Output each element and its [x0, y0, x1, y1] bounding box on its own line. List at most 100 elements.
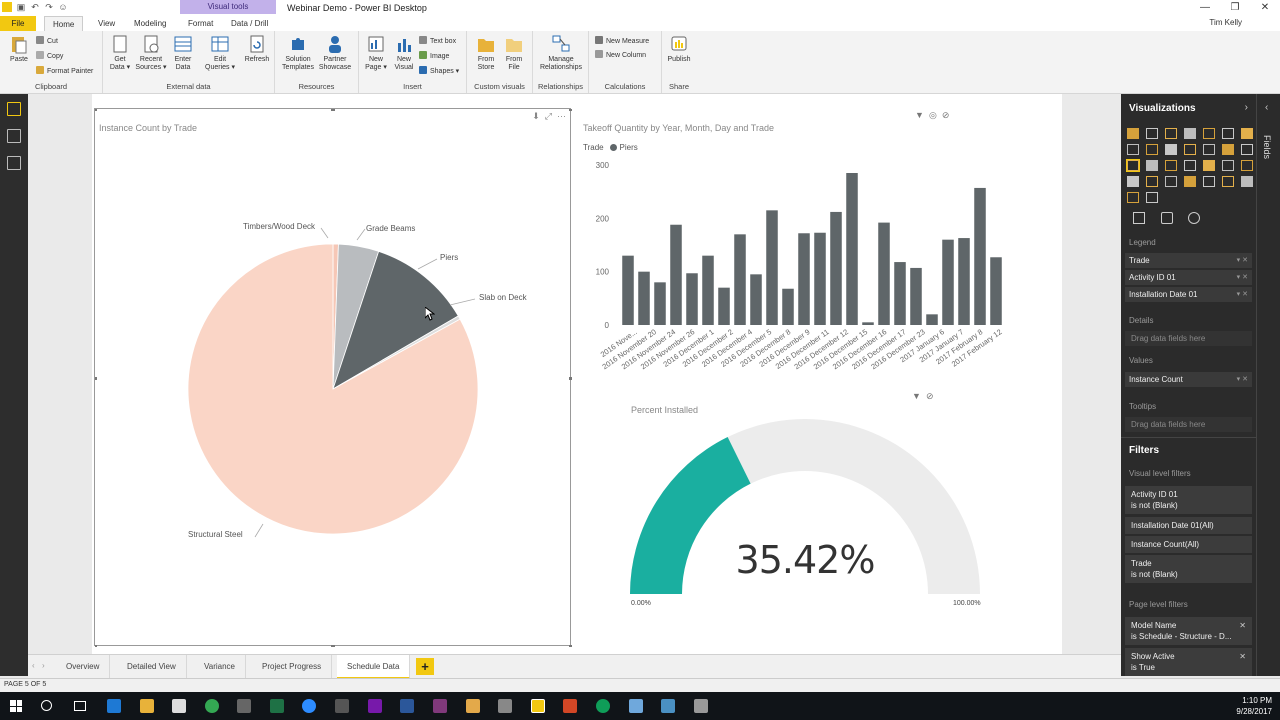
bar-column[interactable]	[894, 262, 906, 325]
new-visual-button[interactable]: New Visual	[387, 34, 421, 72]
new-column-button[interactable]: New Column	[595, 50, 646, 61]
visual-type-icon[interactable]	[1127, 176, 1139, 187]
page-tab-project-progress[interactable]: Project Progress	[252, 655, 333, 679]
edit-queries-button[interactable]: Edit Queries ▾	[203, 34, 237, 72]
visual-type-icon[interactable]	[1184, 160, 1196, 171]
page-tab-detailed-view[interactable]: Detailed View	[117, 655, 187, 679]
resize-handle[interactable]	[569, 645, 572, 647]
bar-column[interactable]	[798, 233, 810, 325]
store-icon[interactable]	[172, 699, 186, 713]
minimize-button[interactable]: —	[1190, 0, 1220, 15]
page-nav-next-icon[interactable]: ›	[42, 661, 45, 670]
visual-type-icon[interactable]	[1184, 144, 1196, 155]
bar-column[interactable]	[910, 267, 922, 325]
details-drop-zone[interactable]: Drag data fields here	[1125, 331, 1252, 346]
bar-column[interactable]	[926, 314, 938, 325]
manage-relationships-button[interactable]: Manage Relationships	[533, 34, 589, 72]
bar-column[interactable]	[846, 173, 858, 325]
visual-type-icon[interactable]	[1146, 192, 1158, 203]
tab-home[interactable]: Home	[44, 16, 84, 31]
expand-fields-icon[interactable]: ‹	[1265, 102, 1268, 113]
legend-field-installation-date[interactable]: Installation Date 01 ▾ ✕	[1125, 287, 1252, 302]
notepad-icon[interactable]	[629, 699, 643, 713]
bar-column[interactable]	[750, 274, 762, 325]
filter-card-installation-date[interactable]: Installation Date 01(All)	[1125, 517, 1252, 534]
restore-button[interactable]: ❐	[1220, 0, 1250, 15]
visual-type-icon[interactable]	[1126, 159, 1140, 172]
cut-button[interactable]: Cut	[36, 36, 58, 47]
onenote-2016-icon[interactable]	[433, 699, 447, 713]
new-measure-button[interactable]: New Measure	[595, 36, 649, 47]
format-painter-button[interactable]: Format Painter	[36, 66, 93, 77]
calculator-app-icon[interactable]	[237, 699, 251, 713]
visual-type-icon[interactable]	[1203, 144, 1215, 155]
bar-column[interactable]	[782, 288, 794, 325]
visual-type-icon[interactable]	[1146, 128, 1158, 139]
report-view-icon[interactable]	[7, 102, 21, 116]
visual-type-icon[interactable]	[1241, 176, 1253, 187]
image-button[interactable]: Image	[419, 51, 449, 62]
refresh-button[interactable]: Refresh	[240, 34, 274, 64]
close-button[interactable]: ✕	[1250, 0, 1280, 15]
misc-app-icon[interactable]	[694, 699, 708, 713]
fields-pane-collapsed[interactable]: ‹	[1256, 94, 1280, 676]
remove-filter-icon[interactable]: ✕	[1239, 651, 1246, 662]
visual-type-icon[interactable]	[1241, 160, 1253, 171]
redo-icon[interactable]: ↷	[44, 2, 54, 12]
page-nav-prev-icon[interactable]: ‹	[32, 661, 35, 670]
visual-type-icon[interactable]	[1222, 160, 1234, 171]
undo-icon[interactable]: ↶	[30, 2, 40, 12]
partner-showcase-button[interactable]: Partner Showcase	[318, 34, 352, 72]
visual-type-icon[interactable]	[1127, 128, 1139, 139]
power-bi-taskbar-icon[interactable]	[531, 699, 545, 713]
visual-type-icon[interactable]	[1165, 176, 1177, 187]
bar-column[interactable]	[702, 255, 714, 325]
values-field-instance-count[interactable]: Instance Count ▾ ✕	[1125, 372, 1252, 387]
tab-format[interactable]: Format	[180, 16, 221, 31]
visual-type-icon[interactable]	[1203, 160, 1215, 171]
signed-in-user[interactable]: Tim Kelly	[1209, 18, 1242, 27]
powerpoint-icon[interactable]	[563, 699, 577, 713]
bar-column[interactable]	[942, 239, 954, 325]
remove-filter-icon[interactable]: ✕	[1239, 620, 1246, 631]
resize-handle[interactable]	[95, 109, 97, 111]
legend-field-trade[interactable]: Trade ▾ ✕	[1125, 253, 1252, 268]
visual-type-icon[interactable]	[1165, 144, 1177, 155]
bar-column[interactable]	[654, 282, 666, 325]
text-box-button[interactable]: Text box	[419, 36, 456, 47]
windows-start-icon[interactable]	[10, 700, 22, 712]
snow-app-icon[interactable]	[661, 699, 675, 713]
bar-column[interactable]	[830, 211, 842, 325]
file-explorer-icon[interactable]	[140, 699, 154, 713]
visual-type-icon[interactable]	[1222, 176, 1234, 187]
bar-column[interactable]	[878, 222, 890, 325]
visual-type-icon[interactable]	[1241, 128, 1253, 139]
bar-column[interactable]	[670, 224, 682, 325]
filter-card-trade[interactable]: Trade is not (Blank)	[1125, 555, 1252, 583]
bar-column[interactable]	[814, 232, 826, 325]
edge-browser-icon[interactable]	[107, 699, 121, 713]
visual-type-icon[interactable]	[1146, 144, 1158, 155]
relationships-view-icon[interactable]	[7, 156, 21, 170]
smiley-feedback-icon[interactable]: ☺	[58, 2, 68, 12]
app-icon[interactable]	[466, 699, 480, 713]
format-tab-icon[interactable]	[1161, 212, 1173, 224]
visual-type-icon[interactable]	[1127, 144, 1139, 155]
bar-column[interactable]	[958, 238, 970, 325]
resize-handle[interactable]	[331, 109, 335, 111]
copy-button[interactable]: Copy	[36, 51, 63, 62]
resize-handle[interactable]	[95, 377, 97, 380]
tab-data-drill[interactable]: Data / Drill	[223, 16, 276, 31]
recent-sources-button[interactable]: Recent Sources ▾	[134, 34, 168, 72]
word-icon[interactable]	[400, 699, 414, 713]
page-tab-schedule-data[interactable]: Schedule Data	[337, 655, 411, 679]
page-tab-variance[interactable]: Variance	[194, 655, 246, 679]
gauge-visual[interactable]: Percent Installed ▼ ⊘ 35.42% 0.00% 100.0…	[620, 388, 1000, 618]
page-tab-overview[interactable]: Overview	[56, 655, 111, 679]
save-icon[interactable]: ▣	[16, 2, 26, 12]
bar-column[interactable]	[734, 234, 746, 325]
bar-column[interactable]	[766, 210, 778, 325]
resize-handle[interactable]	[95, 645, 97, 647]
tooltips-drop-zone[interactable]: Drag data fields here	[1125, 417, 1252, 432]
visual-type-icon[interactable]	[1203, 128, 1215, 139]
